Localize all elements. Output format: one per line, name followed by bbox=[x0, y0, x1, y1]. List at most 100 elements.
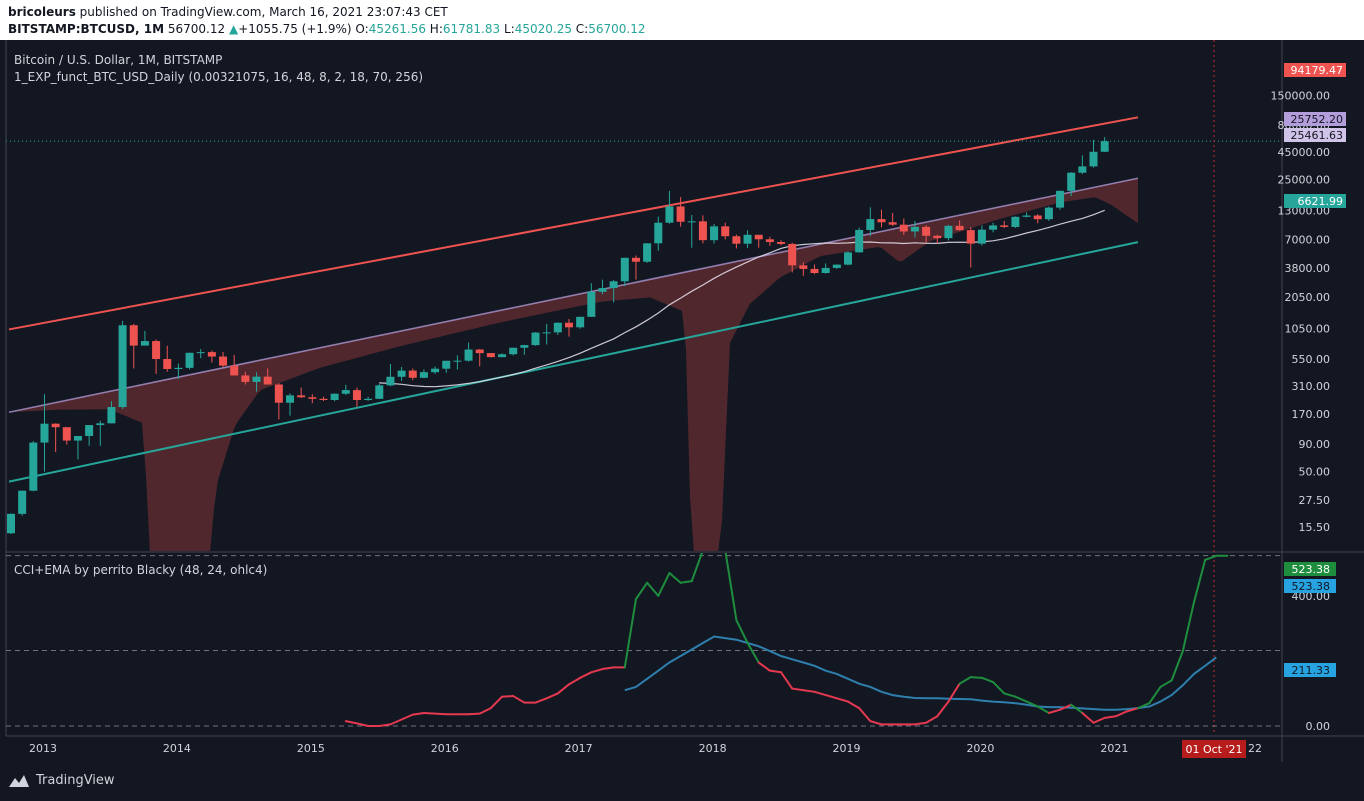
price-tick-label: 45000.00 bbox=[1278, 146, 1331, 159]
candle-body bbox=[844, 252, 852, 265]
cci-line-segment bbox=[434, 712, 448, 716]
candle-body bbox=[51, 423, 60, 428]
price-tick-label: 15.50 bbox=[1299, 521, 1331, 534]
cci-line-segment bbox=[791, 687, 805, 692]
price-tick-label: 2050.00 bbox=[1285, 291, 1331, 304]
candle-body bbox=[989, 225, 998, 230]
candle-body bbox=[230, 365, 239, 376]
candle-body bbox=[107, 407, 116, 424]
cci-line-segment bbox=[634, 581, 649, 601]
cci-line-segment bbox=[1103, 715, 1117, 719]
brand-name: TradingView bbox=[36, 773, 115, 788]
candle-body bbox=[207, 352, 216, 357]
candle-body bbox=[453, 360, 462, 362]
candle-body bbox=[754, 234, 763, 240]
price-tick-label: 150000.00 bbox=[1271, 89, 1331, 102]
candle-body bbox=[520, 345, 529, 348]
candle-body bbox=[85, 425, 94, 436]
candle-body bbox=[297, 395, 306, 398]
candle-body bbox=[475, 349, 484, 354]
candle-body bbox=[464, 349, 473, 361]
tradingview-logo[interactable]: TradingView bbox=[8, 773, 115, 788]
candle-body bbox=[1033, 215, 1042, 220]
candle-body bbox=[174, 367, 183, 369]
candle-body bbox=[1022, 215, 1031, 217]
candle-body bbox=[308, 397, 317, 399]
price-tick-label: 170.00 bbox=[1292, 408, 1331, 421]
cci-line-segment bbox=[1081, 711, 1095, 724]
candle-body bbox=[152, 341, 161, 360]
cci-line-segment bbox=[590, 668, 604, 674]
time-tick-label: 2015 bbox=[297, 742, 325, 755]
cci-line-segment bbox=[534, 697, 548, 704]
main-pane-title[interactable]: Bitcoin / U.S. Dollar, 1M, BITSTAMP bbox=[14, 53, 222, 67]
candle-body bbox=[319, 398, 328, 401]
cci-line-segment bbox=[835, 697, 849, 703]
candle-body bbox=[598, 288, 607, 292]
candle-body bbox=[73, 435, 82, 441]
candle-body bbox=[732, 236, 741, 244]
cci-line-segment bbox=[545, 692, 559, 700]
cci-line-segment bbox=[969, 676, 983, 679]
candle-body bbox=[631, 257, 640, 262]
candle-body bbox=[1011, 216, 1020, 227]
cci-line-segment bbox=[1014, 695, 1028, 703]
candle-body bbox=[910, 226, 919, 232]
candle-body bbox=[676, 206, 685, 222]
candle-body bbox=[1078, 166, 1087, 173]
candle-body bbox=[286, 395, 294, 403]
indicator-legend[interactable]: 1_EXP_funct_BTC_USD_Daily (0.00321075, 1… bbox=[14, 70, 423, 84]
time-tick-label: 2017 bbox=[565, 742, 593, 755]
time-tick-label: 2019 bbox=[833, 742, 861, 755]
candle-body bbox=[888, 222, 897, 225]
time-tick-label: 2020 bbox=[966, 742, 994, 755]
candle-body bbox=[7, 513, 15, 534]
candle-body bbox=[643, 243, 652, 262]
candle-body bbox=[386, 376, 395, 386]
candle-body bbox=[442, 360, 451, 369]
candle-body bbox=[29, 442, 38, 491]
chart-canvas[interactable]: 150000.0080000.0045000.0025000.0013000.0… bbox=[0, 0, 1364, 801]
candle-body bbox=[364, 398, 373, 401]
candle-body bbox=[922, 226, 931, 236]
candle-body bbox=[241, 375, 250, 382]
candle-body bbox=[330, 393, 339, 401]
cci-line-segment bbox=[579, 671, 593, 679]
price-tag-label: 94179.47 bbox=[1291, 64, 1344, 77]
candle-body bbox=[609, 281, 618, 289]
time-tick-label: 2021 bbox=[1100, 742, 1128, 755]
cci-line-segment bbox=[780, 671, 794, 690]
oscillator-legend[interactable]: CCI+EMA by perrito Blacky (48, 24, ohlc4… bbox=[14, 563, 267, 577]
candle-body bbox=[185, 352, 194, 368]
cci-line-segment bbox=[478, 707, 492, 715]
candle-body bbox=[1067, 172, 1076, 191]
candle-body bbox=[788, 243, 797, 266]
cci-line-segment bbox=[858, 707, 872, 723]
price-tick-label: 7000.00 bbox=[1285, 233, 1331, 246]
cci-line-segment bbox=[992, 681, 1006, 695]
candle-body bbox=[341, 390, 350, 394]
cci-line-segment bbox=[623, 598, 637, 669]
cci-line-segment bbox=[1148, 685, 1162, 705]
candle-body bbox=[486, 353, 495, 358]
candle-body bbox=[687, 221, 696, 223]
cci-line-segment bbox=[1003, 692, 1017, 698]
candle-body bbox=[375, 385, 384, 399]
price-tick-label: 50.00 bbox=[1299, 466, 1331, 479]
cci-line-segment bbox=[501, 695, 515, 698]
candle-body bbox=[698, 221, 707, 241]
cci-line-segment bbox=[1159, 679, 1173, 688]
candle-body bbox=[419, 372, 428, 378]
cci-line-segment bbox=[657, 572, 671, 597]
cci-line-segment bbox=[869, 720, 883, 726]
candle-body bbox=[855, 229, 864, 253]
candle-body bbox=[620, 257, 629, 282]
candle-body bbox=[498, 354, 507, 358]
candle-body bbox=[553, 322, 562, 333]
time-tick-label: 2014 bbox=[163, 742, 191, 755]
cci-line-segment bbox=[1192, 558, 1207, 604]
candle-body bbox=[1056, 190, 1065, 208]
main-pane bbox=[6, 116, 1282, 551]
cci-line-segment bbox=[467, 712, 481, 716]
candle-body bbox=[18, 490, 27, 514]
